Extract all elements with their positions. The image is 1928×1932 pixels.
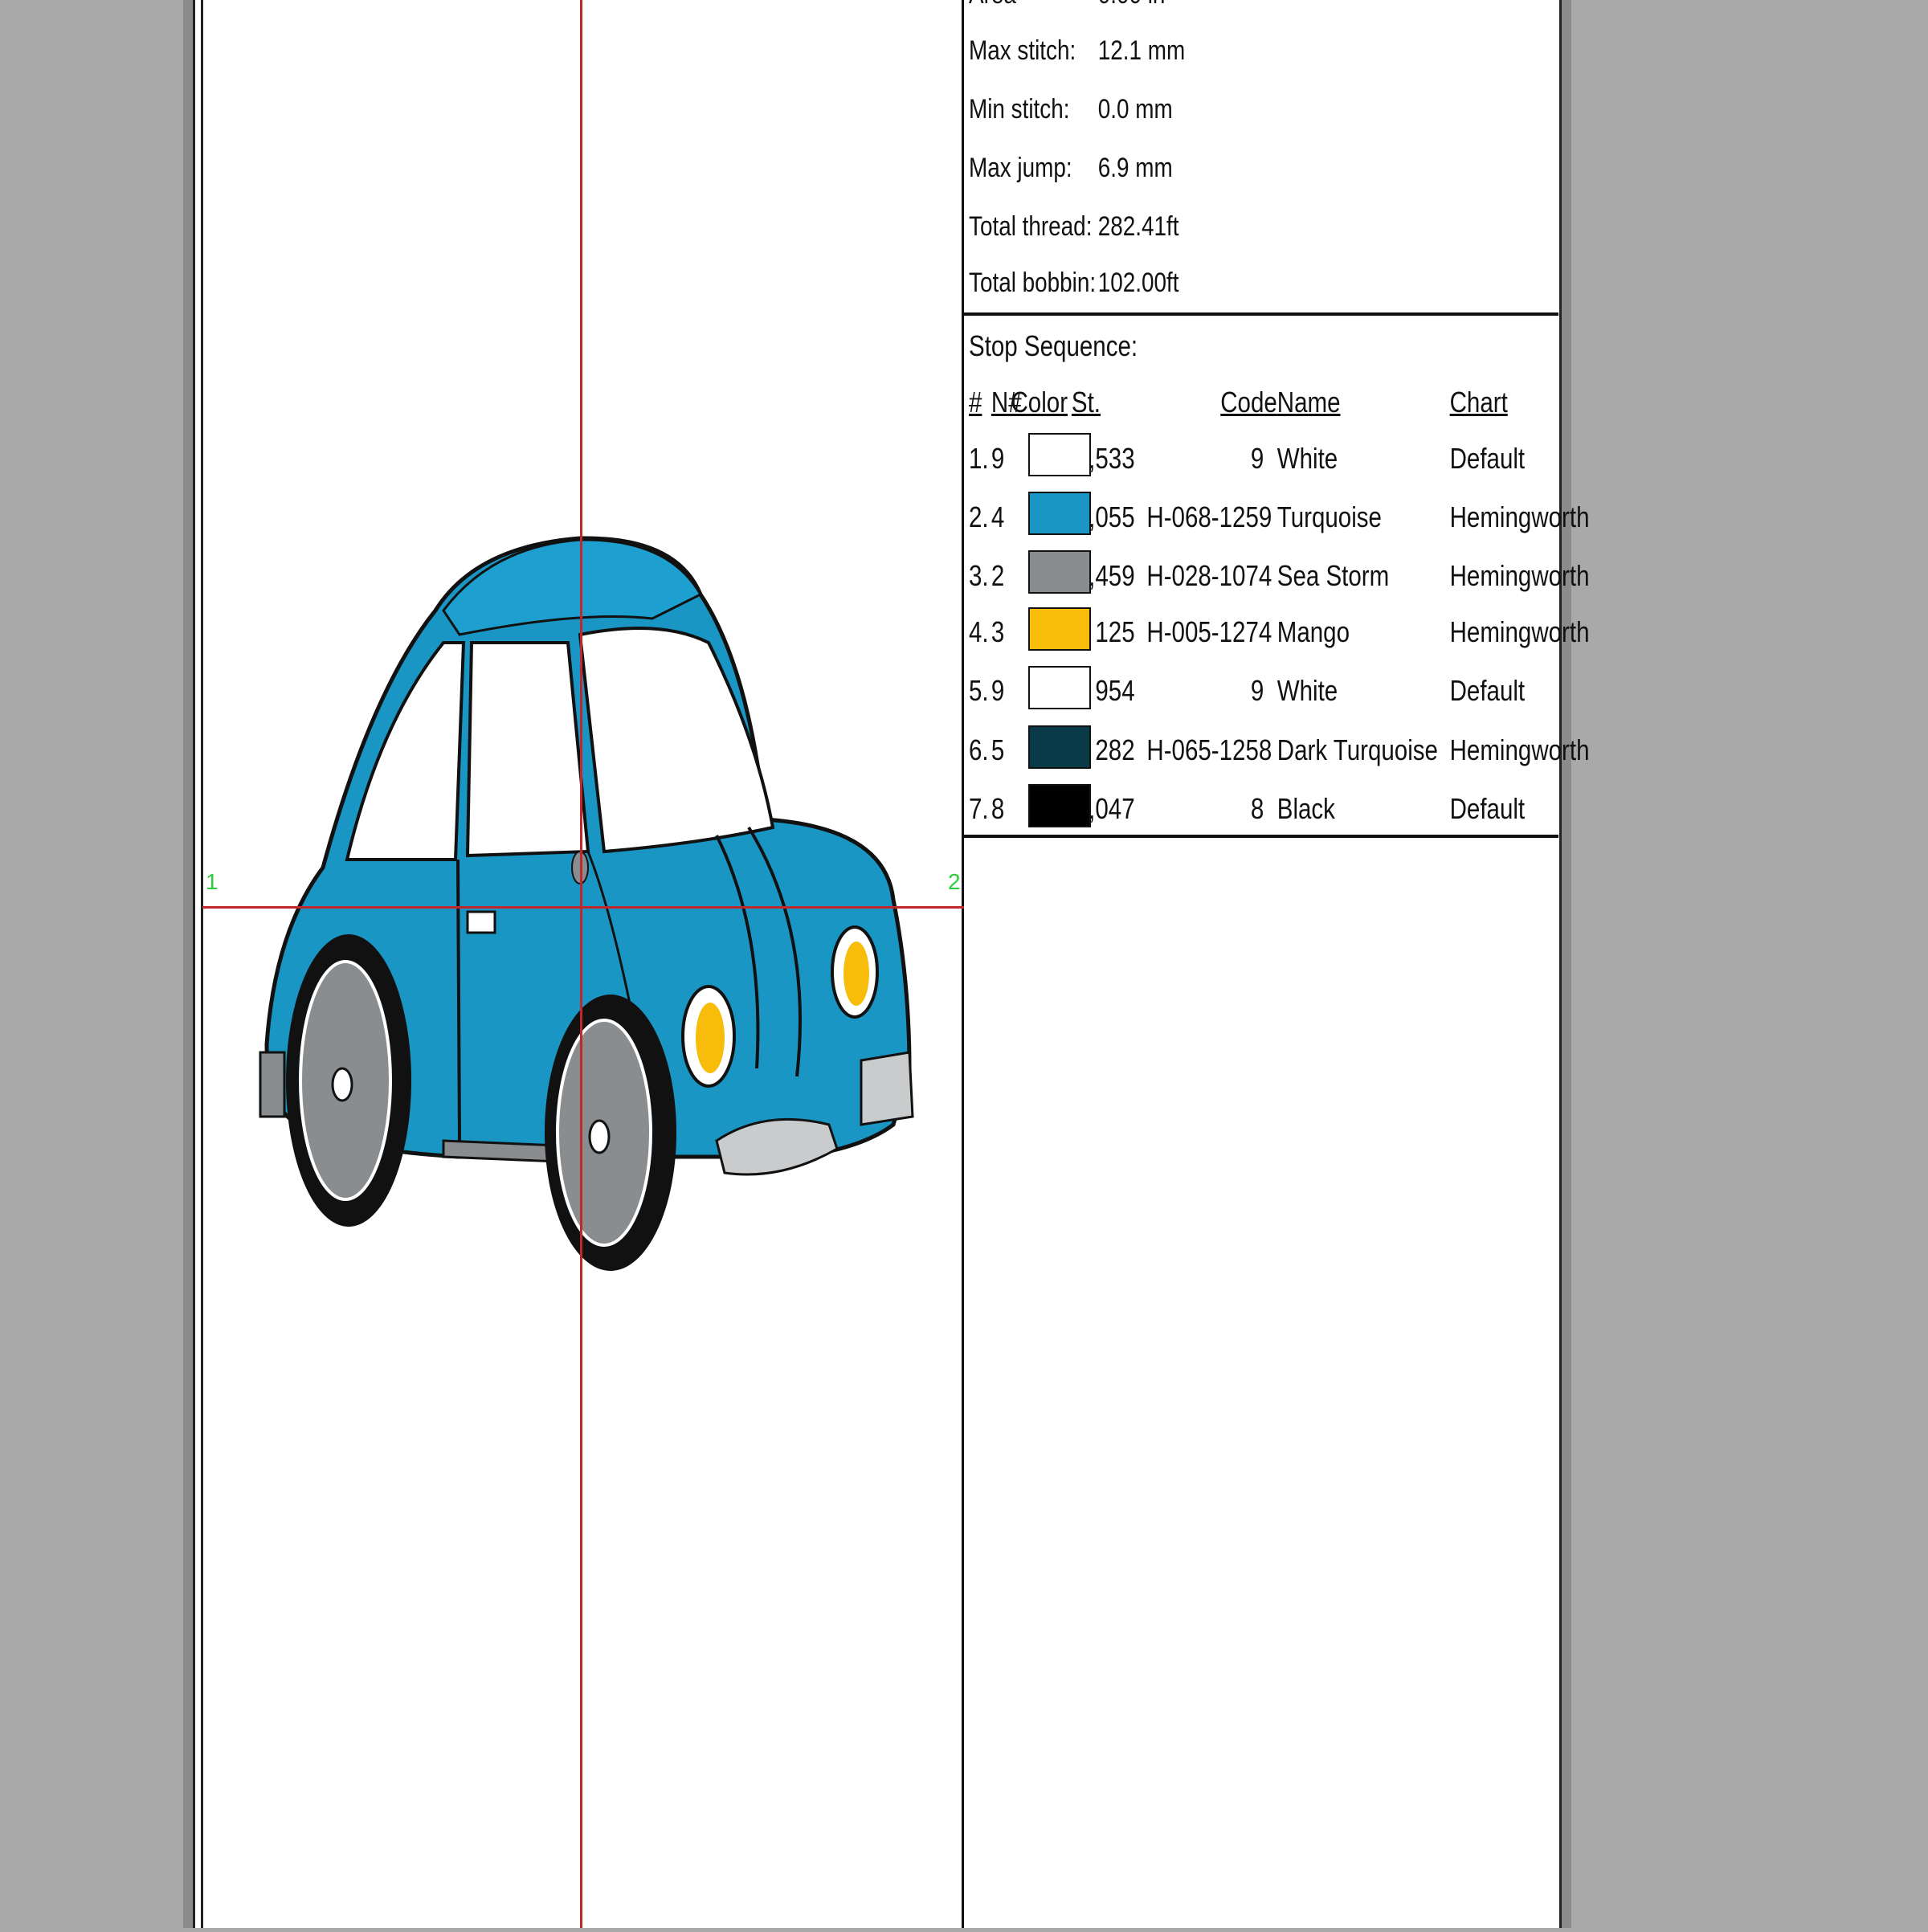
row-name: White — [1276, 442, 1338, 475]
swatch-fill — [1028, 666, 1091, 709]
color-swatch-7 — [1028, 784, 1091, 827]
row-code: 9 — [1250, 442, 1264, 475]
stop-sequence-title: Stop Sequence: — [969, 329, 1138, 362]
stat-label: Max jump: — [969, 153, 1072, 183]
header-stitches: St. — [1071, 386, 1101, 419]
row-needle: 8 — [991, 792, 1005, 825]
row-chart: Default — [1449, 674, 1526, 707]
row-code: H-005-1274 — [1146, 615, 1272, 648]
row-needle: 9 — [991, 442, 1005, 475]
swatch-fill — [1028, 784, 1091, 827]
header-name: Name — [1276, 386, 1341, 419]
stat-label: Total bobbin: — [969, 268, 1097, 298]
guide-marker-2: 2 — [948, 869, 961, 894]
vertical-center-guide — [580, 0, 582, 1928]
row-number: 5. — [969, 674, 989, 707]
header-color: Color — [1011, 386, 1068, 419]
page-shadow-right — [1562, 0, 1571, 1928]
page-shadow-left — [183, 0, 193, 1928]
color-swatch-4 — [1028, 607, 1091, 651]
header-chart: Chart — [1449, 386, 1508, 419]
row-code: H-065-1258 — [1146, 733, 1272, 766]
swatch-fill — [1028, 725, 1091, 769]
row-chart: Hemingworth — [1449, 615, 1590, 648]
horizontal-center-guide — [202, 906, 964, 909]
car-embroidery-image — [259, 536, 914, 1271]
row-number: 7. — [969, 792, 989, 825]
table-bottom-rule — [964, 835, 1558, 838]
row-needle: 3 — [991, 615, 1005, 648]
row-chart: Hemingworth — [1449, 500, 1590, 533]
page-margin-line — [201, 0, 203, 1928]
row-number: 3. — [969, 559, 989, 592]
swatch-fill — [1028, 550, 1091, 594]
row-needle: 5 — [991, 733, 1005, 766]
row-name: Dark Turquoise — [1276, 733, 1438, 766]
panel-divider — [962, 0, 964, 1928]
header-num: # — [969, 386, 982, 419]
stat-value: 0.0 mm — [1097, 94, 1173, 125]
design-preview — [202, 0, 964, 1928]
row-name: White — [1276, 674, 1338, 707]
row-name: Turquoise — [1276, 500, 1382, 533]
row-code: H-068-1259 — [1146, 500, 1272, 533]
row-chart: Default — [1449, 442, 1526, 475]
row-needle: 2 — [991, 559, 1005, 592]
stat-label: Area — [969, 0, 1016, 10]
color-swatch-1 — [1028, 433, 1091, 476]
stat-value: 6.9 mm — [1097, 153, 1173, 183]
row-number: 4. — [969, 615, 989, 648]
row-chart: Default — [1449, 792, 1526, 825]
row-number: 2. — [969, 500, 989, 533]
row-number: 6. — [969, 733, 989, 766]
row-name: Mango — [1276, 615, 1350, 648]
stat-value: 282.41ft — [1097, 211, 1179, 242]
row-number: 1. — [969, 442, 989, 475]
header-code: Code — [1220, 386, 1277, 419]
color-swatch-6 — [1028, 725, 1091, 769]
swatch-fill — [1028, 492, 1091, 535]
swatch-fill — [1028, 607, 1091, 651]
row-name: Sea Storm — [1276, 559, 1390, 592]
stat-label: Min stitch: — [969, 94, 1070, 125]
row-chart: Hemingworth — [1449, 559, 1590, 592]
stat-label: Max stitch: — [969, 35, 1076, 66]
color-swatch-2 — [1028, 492, 1091, 535]
row-code: H-028-1074 — [1146, 559, 1272, 592]
stat-value: 102.00ft — [1097, 268, 1179, 298]
row-name: Black — [1276, 792, 1335, 825]
guide-marker-1: 1 — [206, 869, 219, 894]
row-chart: Hemingworth — [1449, 733, 1590, 766]
stat-value: 12.1 mm — [1097, 35, 1186, 66]
row-needle: 9 — [991, 674, 1005, 707]
color-swatch-3 — [1028, 550, 1091, 594]
row-code: 8 — [1250, 792, 1264, 825]
row-needle: 4 — [991, 500, 1005, 533]
stat-value: 0.00 in — [1098, 0, 1166, 10]
row-code: 9 — [1250, 674, 1264, 707]
color-swatch-5 — [1028, 666, 1091, 709]
stat-label: Total thread: — [969, 211, 1093, 242]
stats-divider — [964, 312, 1558, 316]
swatch-fill — [1028, 433, 1091, 476]
